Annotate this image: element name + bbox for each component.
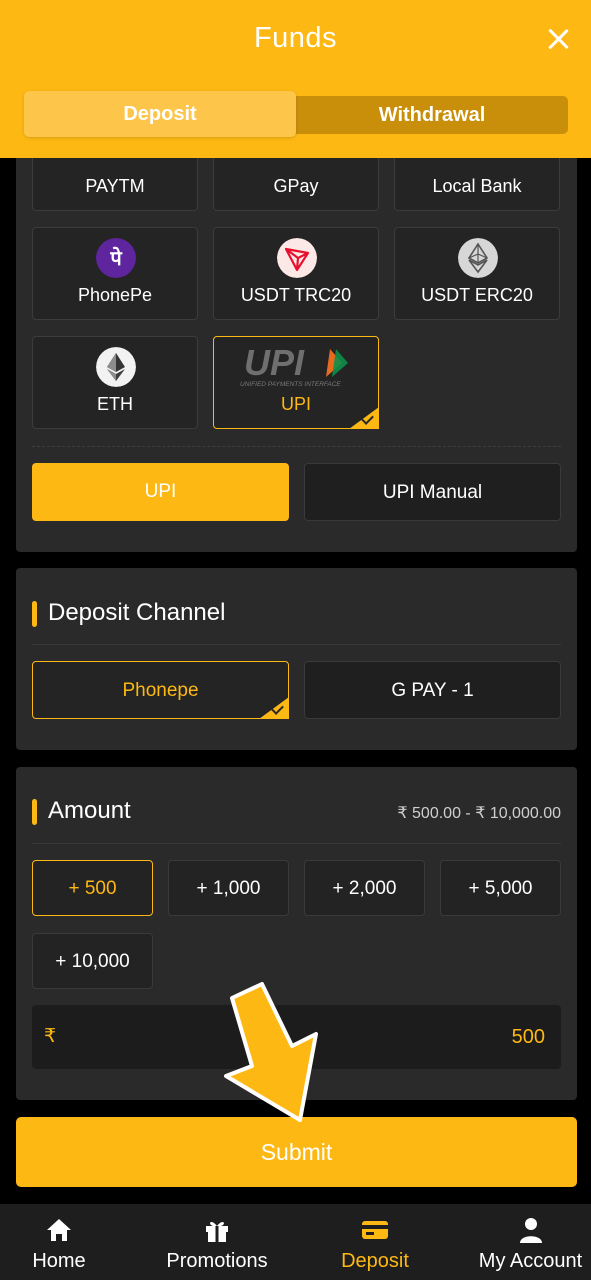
channel-phonepe-button[interactable]: Phonepe bbox=[32, 661, 289, 719]
quick-amount-5000[interactable]: + 5,000 bbox=[440, 860, 561, 916]
divider bbox=[32, 644, 561, 645]
nav-home[interactable]: Home bbox=[0, 1204, 118, 1280]
method-label: PAYTM bbox=[85, 176, 145, 196]
method-upi[interactable]: UPI UNIFIED PAYMENTS INTERFACE UPI bbox=[213, 336, 379, 429]
ethereum-icon bbox=[96, 347, 136, 387]
nav-deposit[interactable]: Deposit bbox=[316, 1204, 434, 1280]
selected-check-icon bbox=[349, 407, 379, 429]
method-eth[interactable]: ETH bbox=[32, 336, 198, 429]
method-label: USDT TRC20 bbox=[240, 285, 352, 305]
close-icon[interactable] bbox=[543, 24, 573, 54]
divider bbox=[32, 446, 561, 447]
title-accent-bar bbox=[32, 601, 37, 627]
tron-icon bbox=[277, 238, 317, 278]
deposit-withdrawal-toggle: Deposit Withdrawal bbox=[24, 91, 568, 137]
method-usdt-erc20[interactable]: USDT ERC20 bbox=[394, 227, 560, 320]
user-icon bbox=[519, 1218, 542, 1243]
currency-symbol: ₹ bbox=[44, 1026, 57, 1047]
amount-input[interactable] bbox=[245, 1005, 545, 1069]
ethereum-icon bbox=[458, 238, 498, 278]
method-label: PhonePe bbox=[77, 285, 153, 305]
quick-amount-10000[interactable]: + 10,000 bbox=[32, 933, 153, 989]
svg-text:पे: पे bbox=[109, 246, 123, 270]
section-title: Deposit Channel bbox=[32, 599, 225, 627]
amount-panel: Amount ₹ 500.00 - ₹ 10,000.00 + 500 + 1,… bbox=[16, 767, 577, 1100]
tab-deposit[interactable]: Deposit bbox=[24, 91, 296, 137]
method-usdt-trc20[interactable]: USDT TRC20 bbox=[213, 227, 379, 320]
quick-amount-500[interactable]: + 500 bbox=[32, 860, 153, 916]
amount-input-row: ₹ bbox=[32, 1005, 561, 1069]
method-label: USDT ERC20 bbox=[421, 285, 533, 305]
upi-logo: UPI UNIFIED PAYMENTS INTERFACE bbox=[240, 342, 348, 388]
payment-methods-panel: PAYTM GPay Local Bank पे PhonePe USDT TR… bbox=[16, 140, 577, 552]
selected-check-icon bbox=[259, 697, 289, 719]
quick-amount-1000[interactable]: + 1,000 bbox=[168, 860, 289, 916]
method-label: ETH bbox=[97, 394, 133, 414]
header: Funds Deposit Withdrawal bbox=[0, 0, 591, 158]
gift-icon bbox=[206, 1221, 228, 1242]
quick-amount-2000[interactable]: + 2,000 bbox=[304, 860, 425, 916]
deposit-channel-panel: Deposit Channel Phonepe G PAY - 1 bbox=[16, 568, 577, 750]
channel-gpay-button[interactable]: G PAY - 1 bbox=[304, 661, 561, 719]
svg-text:UNIFIED PAYMENTS INTERFACE: UNIFIED PAYMENTS INTERFACE bbox=[240, 381, 341, 388]
bottom-nav: Home Promotions Deposit My Account bbox=[0, 1204, 591, 1280]
page-title: Funds bbox=[253, 22, 338, 54]
nav-promotions[interactable]: Promotions bbox=[148, 1204, 286, 1280]
divider bbox=[32, 843, 561, 844]
home-icon bbox=[47, 1219, 71, 1241]
card-icon bbox=[362, 1221, 388, 1239]
section-title: Amount bbox=[32, 797, 131, 825]
upi-manual-option-button[interactable]: UPI Manual bbox=[304, 463, 561, 521]
amount-range: ₹ 500.00 - ₹ 10,000.00 bbox=[397, 805, 561, 822]
tab-withdrawal[interactable]: Withdrawal bbox=[296, 96, 568, 134]
svg-text:UPI: UPI bbox=[244, 342, 305, 383]
title-accent-bar bbox=[32, 799, 37, 825]
submit-button[interactable]: Submit bbox=[16, 1117, 577, 1187]
method-label: GPay bbox=[273, 176, 319, 196]
phonepe-icon: पे bbox=[96, 238, 136, 278]
method-phonepe[interactable]: पे PhonePe bbox=[32, 227, 198, 320]
method-label: Local Bank bbox=[432, 176, 522, 196]
upi-option-button[interactable]: UPI bbox=[32, 463, 289, 521]
nav-my-account[interactable]: My Account bbox=[470, 1204, 591, 1280]
